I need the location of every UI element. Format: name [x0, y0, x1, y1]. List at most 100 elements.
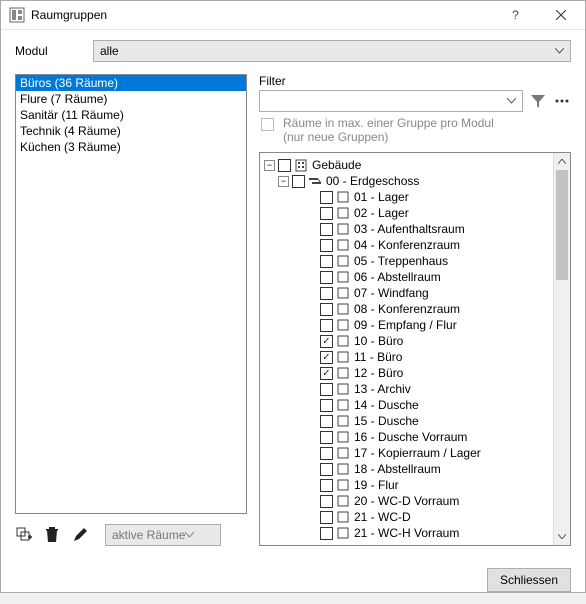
- tree-node[interactable]: 20 - WC-D Vorraum: [262, 493, 551, 509]
- room-icon: [336, 494, 350, 508]
- tree-checkbox[interactable]: [320, 351, 333, 364]
- filter-row: [259, 90, 571, 112]
- tree-node-label: 21 - WC-H Vorraum: [354, 526, 459, 540]
- tree-node-label: 16 - Dusche Vorraum: [354, 430, 467, 444]
- tree-toggle[interactable]: −: [264, 160, 275, 171]
- group-list-item[interactable]: Büros (36 Räume): [16, 75, 246, 91]
- group-list-item[interactable]: Flure (7 Räume): [16, 91, 246, 107]
- room-icon: [336, 430, 350, 444]
- room-icon: [336, 366, 350, 380]
- app-icon: [9, 7, 25, 23]
- tree-checkbox[interactable]: [320, 239, 333, 252]
- tree-node[interactable]: 04 - Konferenzraum: [262, 237, 551, 253]
- tree-checkbox[interactable]: [320, 399, 333, 412]
- group-list-item[interactable]: Küchen (3 Räume): [16, 139, 246, 155]
- filter-label: Filter: [259, 74, 571, 88]
- close-button[interactable]: Schliessen: [487, 568, 571, 592]
- room-state-select[interactable]: aktive Räume: [105, 524, 221, 546]
- filter-combobox[interactable]: [259, 90, 523, 112]
- tree-checkbox[interactable]: [320, 207, 333, 220]
- tree-node[interactable]: 15 - Dusche: [262, 413, 551, 429]
- tree-checkbox[interactable]: [320, 463, 333, 476]
- group-list-item[interactable]: Sanitär (11 Räume): [16, 107, 246, 123]
- room-icon: [336, 222, 350, 236]
- tree-node-label: 10 - Büro: [354, 334, 403, 348]
- tree-node[interactable]: 09 - Empfang / Flur: [262, 317, 551, 333]
- edit-group-button[interactable]: [71, 526, 89, 544]
- modul-label: Modul: [15, 44, 93, 58]
- tree-node[interactable]: 07 - Windfang: [262, 285, 551, 301]
- room-icon: [336, 510, 350, 524]
- constraint-checkbox[interactable]: [261, 118, 274, 131]
- modul-select[interactable]: alle: [93, 40, 571, 62]
- building-icon: [294, 158, 308, 172]
- tree-node-label: 07 - Windfang: [354, 286, 429, 300]
- help-button[interactable]: ?: [493, 1, 538, 29]
- tree-container: − Gebäude − 00 - Erdgeschoss 01 - Lager02 - …: [259, 152, 571, 546]
- tree-node[interactable]: 19 - Flur: [262, 477, 551, 493]
- tree-node[interactable]: 21 - WC-H Vorraum: [262, 525, 551, 541]
- tree-checkbox[interactable]: [320, 367, 333, 380]
- tree-node[interactable]: 18 - Abstellraum: [262, 461, 551, 477]
- tree-node[interactable]: 11 - Büro: [262, 349, 551, 365]
- scroll-down-button[interactable]: [554, 528, 570, 545]
- vertical-scrollbar[interactable]: [553, 153, 570, 545]
- filter-more-button[interactable]: [553, 92, 571, 110]
- tree-checkbox[interactable]: [320, 431, 333, 444]
- tree-node[interactable]: 10 - Büro: [262, 333, 551, 349]
- room-icon: [336, 414, 350, 428]
- tree-node[interactable]: 16 - Dusche Vorraum: [262, 429, 551, 445]
- tree-checkbox[interactable]: [320, 303, 333, 316]
- close-window-button[interactable]: [538, 1, 583, 29]
- tree-node[interactable]: 03 - Aufenthaltsraum: [262, 221, 551, 237]
- tree-node[interactable]: 06 - Abstellraum: [262, 269, 551, 285]
- tree-checkbox[interactable]: [320, 383, 333, 396]
- tree-checkbox[interactable]: [320, 191, 333, 204]
- filter-icon-button[interactable]: [529, 92, 547, 110]
- add-group-button[interactable]: [15, 526, 33, 544]
- group-listbox[interactable]: Büros (36 Räume)Flure (7 Räume)Sanitär (…: [15, 74, 247, 514]
- tree-node-label: 00 - Erdgeschoss: [326, 174, 419, 188]
- tree-node[interactable]: − Gebäude: [262, 157, 551, 173]
- tree-checkbox[interactable]: [320, 415, 333, 428]
- tree-checkbox[interactable]: [278, 159, 291, 172]
- room-icon: [336, 270, 350, 284]
- tree-node[interactable]: 13 - Archiv: [262, 381, 551, 397]
- tree-node[interactable]: 17 - Kopierraum / Lager: [262, 445, 551, 461]
- body: Büros (36 Räume)Flure (7 Räume)Sanitär (…: [15, 74, 571, 546]
- tree-checkbox[interactable]: [320, 319, 333, 332]
- tree-node-label: 11 - Büro: [354, 350, 402, 364]
- room-icon: [336, 398, 350, 412]
- tree-checkbox[interactable]: [320, 223, 333, 236]
- tree-node[interactable]: 14 - Dusche: [262, 397, 551, 413]
- tree-checkbox[interactable]: [292, 175, 305, 188]
- tree-node-label: 17 - Kopierraum / Lager: [354, 446, 481, 460]
- tree-node-label: 18 - Abstellraum: [354, 462, 441, 476]
- tree-node-label: 06 - Abstellraum: [354, 270, 441, 284]
- tree-toggle[interactable]: −: [278, 176, 289, 187]
- tree-node[interactable]: 21 - WC-D: [262, 509, 551, 525]
- tree-checkbox[interactable]: [320, 511, 333, 524]
- tree-checkbox[interactable]: [320, 271, 333, 284]
- tree-checkbox[interactable]: [320, 255, 333, 268]
- tree-node[interactable]: 08 - Konferenzraum: [262, 301, 551, 317]
- room-tree[interactable]: − Gebäude − 00 - Erdgeschoss 01 - Lager02 - …: [260, 153, 553, 545]
- tree-checkbox[interactable]: [320, 447, 333, 460]
- tree-checkbox[interactable]: [320, 527, 333, 540]
- tree-checkbox[interactable]: [320, 495, 333, 508]
- tree-node[interactable]: 05 - Treppenhaus: [262, 253, 551, 269]
- tree-node-label: Gebäude: [312, 158, 361, 172]
- tree-node[interactable]: 12 - Büro: [262, 365, 551, 381]
- scroll-thumb[interactable]: [556, 170, 568, 280]
- group-list-item[interactable]: Technik (4 Räume): [16, 123, 246, 139]
- scroll-up-button[interactable]: [554, 153, 570, 170]
- delete-group-button[interactable]: [43, 526, 61, 544]
- tree-checkbox[interactable]: [320, 335, 333, 348]
- tree-node-label: 01 - Lager: [354, 190, 409, 204]
- tree-node[interactable]: 02 - Lager: [262, 205, 551, 221]
- tree-node-label: 19 - Flur: [354, 478, 399, 492]
- tree-node[interactable]: − 00 - Erdgeschoss: [262, 173, 551, 189]
- tree-node[interactable]: 01 - Lager: [262, 189, 551, 205]
- tree-checkbox[interactable]: [320, 287, 333, 300]
- tree-checkbox[interactable]: [320, 479, 333, 492]
